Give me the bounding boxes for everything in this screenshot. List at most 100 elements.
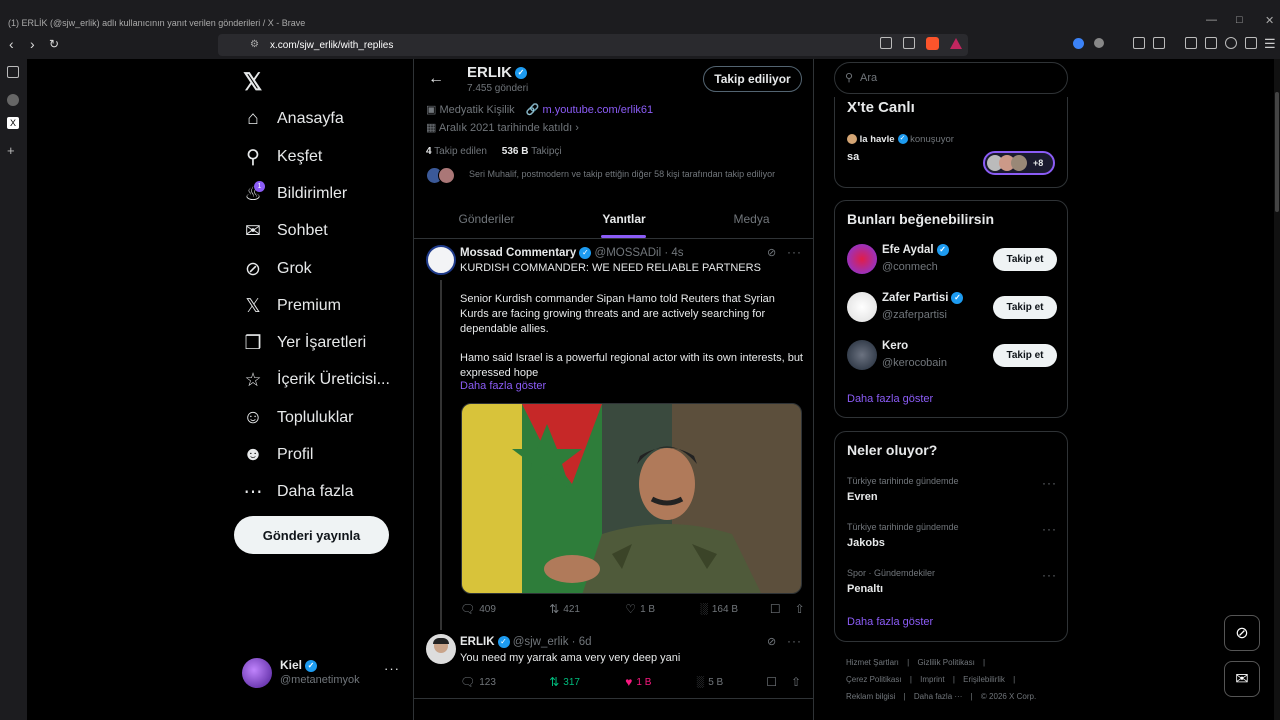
more-dots-icon[interactable]: ··· xyxy=(787,245,802,259)
retweet-icon[interactable]: ⇅ xyxy=(549,675,559,689)
like-count[interactable]: 1 B xyxy=(640,604,700,615)
nav-item-5[interactable]: 𝕏 Premium xyxy=(242,291,341,321)
trend-item[interactable]: Spor · Gündemdekiler Penaltı ··· xyxy=(847,568,1057,595)
reply-icon[interactable]: 🗨 xyxy=(460,675,475,689)
nav-item-2[interactable]: ♨ 1 Bildirimler xyxy=(242,179,347,209)
follow-button[interactable]: Takip et xyxy=(993,248,1057,271)
grok-fab-icon[interactable]: ⊘ xyxy=(1224,615,1260,651)
followers-label[interactable]: Takipçi xyxy=(531,146,562,157)
follow-button[interactable]: Takip et xyxy=(993,344,1057,367)
grok-icon[interactable]: ⊘ xyxy=(767,635,776,648)
nav-item-3[interactable]: ✉ Sohbet xyxy=(242,216,328,246)
tab-icon[interactable] xyxy=(1205,37,1217,49)
reload-icon[interactable]: ↻ xyxy=(49,37,59,51)
nav-item-9[interactable]: ☻ Profil xyxy=(242,440,313,470)
tweet-handle[interactable]: @MOSSADil xyxy=(595,247,662,259)
more-dots-icon[interactable]: ··· xyxy=(1042,476,1057,490)
trends-show-more[interactable]: Daha fazla göster xyxy=(847,616,933,628)
post-button[interactable]: Gönderi yayınla xyxy=(234,516,389,554)
nav-item-4[interactable]: ⊘ Grok xyxy=(242,254,312,284)
avatar[interactable] xyxy=(426,245,456,275)
tweet[interactable]: ERLIK ✓ @sjw_erlik · 6d ⊘ ··· You need my… xyxy=(414,629,814,699)
share-icon[interactable]: ⇧ xyxy=(795,602,805,616)
tab-replies[interactable]: Yanıtlar xyxy=(559,199,689,239)
tweet-time[interactable]: 4s xyxy=(671,247,683,259)
followers-count[interactable]: 536 B xyxy=(502,146,529,157)
site-info-icon[interactable]: ⚙ xyxy=(250,39,259,50)
extension-1-icon[interactable] xyxy=(1073,38,1084,49)
avatar[interactable] xyxy=(847,292,877,322)
nav-item-6[interactable]: ❒ Yer İşaretleri xyxy=(242,328,366,358)
nav-item-7[interactable]: ☆ İçerik Üreticisi... xyxy=(242,365,389,395)
followed-by-text[interactable]: Seri Muhalif, postmodern ve takip ettiği… xyxy=(469,169,775,179)
footer-link[interactable]: Erişilebilirlik xyxy=(963,675,1005,684)
footer-link[interactable]: Daha fazla ··· xyxy=(914,692,962,701)
messages-fab-icon[interactable]: ✉ xyxy=(1224,661,1260,697)
brave-rewards-icon[interactable] xyxy=(950,38,962,49)
footer-link[interactable]: Reklam bilgisi xyxy=(846,692,895,701)
view-count[interactable]: 164 B xyxy=(712,604,770,615)
menu-icon[interactable]: ☰ xyxy=(1264,36,1276,52)
wallet-icon[interactable] xyxy=(1153,37,1165,49)
tab-posts[interactable]: Gönderiler xyxy=(414,199,559,239)
url-text[interactable]: x.com/sjw_erlik/with_replies xyxy=(270,40,393,51)
view-count[interactable]: 5 B xyxy=(708,677,766,688)
maximize-icon[interactable]: □ xyxy=(1236,14,1243,26)
live-card[interactable]: X'te Canlı la havle ✓ konuşuyor sa +8 xyxy=(834,97,1068,188)
bookmark-icon[interactable]: ☐ xyxy=(766,675,777,689)
sidebar-toggle-icon[interactable] xyxy=(1185,37,1197,49)
like-icon[interactable]: ♡ xyxy=(625,602,636,616)
footer-link[interactable]: Hizmet Şartları xyxy=(846,658,899,667)
minimize-icon[interactable]: — xyxy=(1206,14,1217,26)
retweet-count[interactable]: 421 xyxy=(563,604,625,615)
following-count[interactable]: 4 xyxy=(426,146,432,157)
reply-count[interactable]: 123 xyxy=(479,677,549,688)
nav-item-10[interactable]: ⋯ Daha fazla xyxy=(242,477,354,507)
footer-link[interactable]: Imprint xyxy=(920,675,944,684)
retweet-count[interactable]: 317 xyxy=(563,677,625,688)
more-dots-icon[interactable]: ··· xyxy=(1042,522,1057,536)
footer-link[interactable]: Çerez Politikası xyxy=(846,675,902,684)
trend-item[interactable]: Türkiye tarihinde gündemde Jakobs ··· xyxy=(847,522,1057,549)
tweet-author[interactable]: ERLIK xyxy=(460,636,495,648)
brave-shields-icon[interactable] xyxy=(926,37,939,50)
forward-icon[interactable]: › xyxy=(30,37,35,51)
views-icon[interactable]: ░ xyxy=(696,676,704,688)
user-name[interactable]: Kero xyxy=(882,340,908,352)
more-dots-icon[interactable]: ··· xyxy=(787,634,802,648)
sidebar-app-icon[interactable] xyxy=(7,94,19,106)
suggested-user[interactable]: Efe Aydal ✓ @conmech Takip et xyxy=(835,244,1069,284)
back-arrow-icon[interactable]: ← xyxy=(428,70,444,88)
share-icon[interactable]: ⇧ xyxy=(791,675,801,689)
extensions-icon[interactable] xyxy=(1133,37,1145,49)
follow-button[interactable]: Takip et xyxy=(993,296,1057,319)
avatar[interactable] xyxy=(847,340,877,370)
tweet-time[interactable]: 6d xyxy=(579,636,592,648)
x-tab-icon[interactable]: X xyxy=(7,117,19,129)
views-icon[interactable]: ░ xyxy=(700,603,708,615)
cast-icon[interactable] xyxy=(880,37,892,49)
show-more-link[interactable]: Daha fazla göster xyxy=(460,380,546,392)
user-name[interactable]: Efe Aydal xyxy=(882,244,934,256)
bookmark-icon[interactable]: ☐ xyxy=(770,602,781,616)
avatar[interactable] xyxy=(426,634,456,664)
suggestions-show-more[interactable]: Daha fazla göster xyxy=(847,393,933,405)
like-icon[interactable]: ♥ xyxy=(625,675,632,689)
like-count[interactable]: 1 B xyxy=(636,677,696,688)
x-logo-icon[interactable]: 𝕏 xyxy=(243,68,262,97)
tweet[interactable]: Mossad Commentary ✓ @MOSSADil · 4s ⊘ ··· … xyxy=(414,240,814,630)
search-box[interactable]: ⚲ Ara xyxy=(834,62,1068,94)
user-name[interactable]: Zafer Partisi xyxy=(882,292,948,304)
close-icon[interactable]: ✕ xyxy=(1265,14,1274,27)
listeners-pill[interactable]: +8 xyxy=(983,151,1055,175)
extension-2-icon[interactable] xyxy=(1094,38,1104,48)
grok-icon[interactable]: ⊘ xyxy=(767,246,776,259)
suggested-user[interactable]: Zafer Partisi ✓ @zaferpartisi Takip et xyxy=(835,292,1069,332)
avatar[interactable] xyxy=(847,244,877,274)
tweet-author[interactable]: Mossad Commentary xyxy=(460,247,576,259)
nav-item-1[interactable]: ⚲ Keşfet xyxy=(242,142,322,172)
user-handle[interactable]: @kerocobain xyxy=(882,357,947,369)
add-icon[interactable]: + xyxy=(7,143,19,158)
footer-link[interactable]: Gizlilik Politikası xyxy=(917,658,974,667)
nav-item-0[interactable]: ⌂ Anasayfa xyxy=(242,104,343,134)
